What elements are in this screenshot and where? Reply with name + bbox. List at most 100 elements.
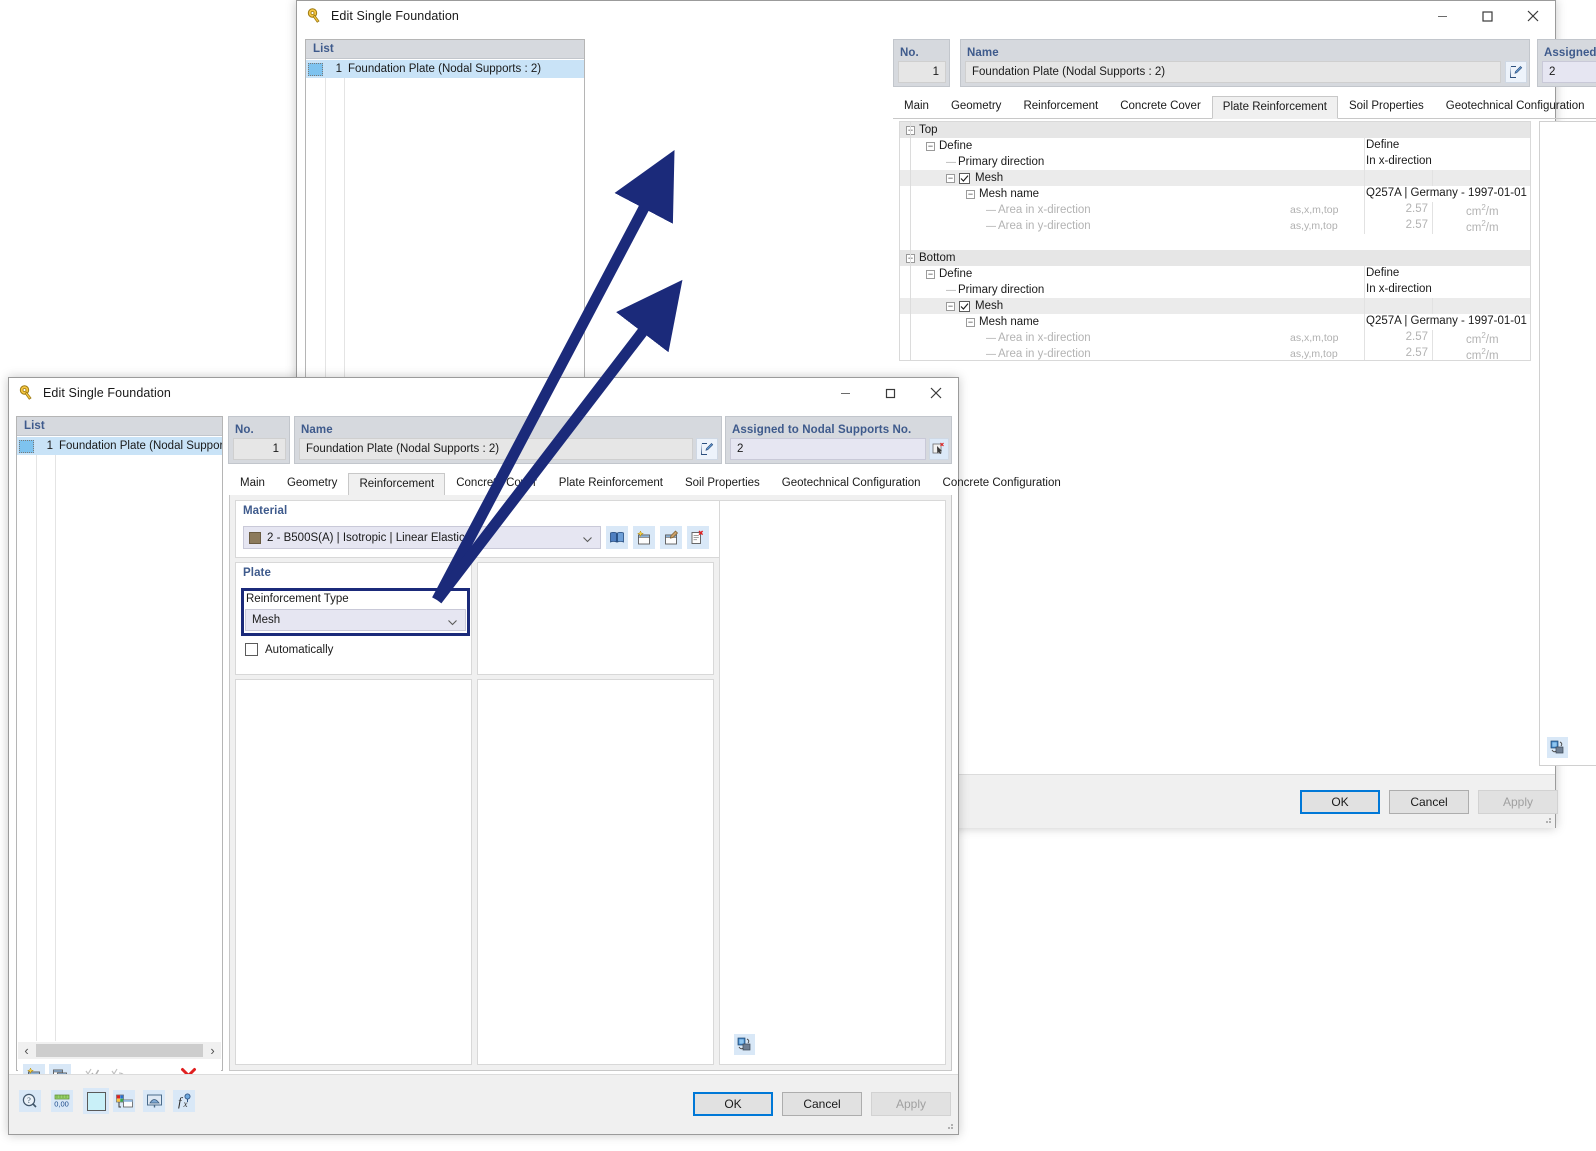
tree-row[interactable]: — Primary direction In x-direction: [900, 154, 1530, 170]
front-preview-pane[interactable]: [719, 500, 946, 1065]
front-automatically-checkbox[interactable]: Automatically: [245, 643, 333, 656]
tree-row[interactable]: — Primary direction In x-direction: [900, 282, 1530, 298]
display-properties-icon[interactable]: [113, 1090, 135, 1112]
back-assigned-value[interactable]: 2: [1542, 61, 1596, 83]
front-cancel-button[interactable]: Cancel: [782, 1092, 862, 1116]
back-render-view-button[interactable]: [1547, 737, 1568, 758]
front-tab-soil-properties[interactable]: Soil Properties: [674, 472, 771, 495]
units-decimal-places-icon[interactable]: 0,00: [51, 1090, 73, 1112]
front-no-value[interactable]: 1: [233, 438, 286, 460]
back-tab-geotechnical-configuration[interactable]: Geotechnical Configuration: [1435, 95, 1596, 118]
back-name-value[interactable]: Foundation Plate (Nodal Supports : 2): [965, 61, 1501, 83]
tree-expander-icon[interactable]: −: [946, 173, 955, 183]
front-ok-button[interactable]: OK: [693, 1092, 773, 1116]
back-tab-geometry[interactable]: Geometry: [940, 95, 1013, 118]
back-preview-pane[interactable]: [1539, 121, 1596, 766]
front-list-scroll-thumb[interactable]: [36, 1044, 203, 1057]
back-cancel-button[interactable]: Cancel: [1389, 790, 1469, 814]
chevron-down-icon[interactable]: [447, 615, 458, 633]
front-material-combobox[interactable]: 2 - B500S(A) | Isotropic | Linear Elasti…: [243, 526, 601, 549]
front-assigned-pick-button[interactable]: [929, 438, 949, 460]
tree-expander-icon[interactable]: −: [926, 269, 935, 279]
front-list-panel[interactable]: List 1 Foundation Plate (Nodal Supports …: [16, 416, 223, 1090]
tree-row[interactable]: — Area in x-direction as,x,m,top 2.57 cm2/m: [900, 330, 1530, 346]
back-tab-concrete-cover[interactable]: Concrete Cover: [1109, 95, 1212, 118]
tree-indent-guide: [910, 122, 911, 360]
new-material-icon[interactable]: [633, 526, 655, 549]
scroll-right-icon[interactable]: ›: [204, 1043, 221, 1058]
tree-row[interactable]: − Define Define: [900, 266, 1530, 282]
tree-expander-icon[interactable]: −: [926, 141, 935, 151]
back-apply-button[interactable]: Apply: [1478, 790, 1558, 814]
front-render-view-button[interactable]: [734, 1034, 755, 1055]
front-window-titlebar[interactable]: Edit Single Foundation: [9, 378, 958, 409]
front-tab-concrete-configuration[interactable]: Concrete Configuration: [932, 472, 1072, 495]
back-tab-main[interactable]: Main: [893, 95, 940, 118]
front-reinforcement-type-combobox[interactable]: Mesh: [245, 609, 466, 631]
back-ok-button-real[interactable]: OK: [1300, 790, 1380, 814]
back-maximize-button[interactable]: [1465, 1, 1510, 32]
help-info-icon[interactable]: ?: [19, 1090, 41, 1112]
tree-column-separator: [1364, 202, 1365, 218]
scroll-left-icon[interactable]: ‹: [18, 1043, 35, 1058]
color-swatch-icon[interactable]: [83, 1088, 109, 1114]
front-tab-reinforcement[interactable]: Reinforcement: [348, 473, 446, 496]
mesh-checkbox[interactable]: [959, 300, 970, 312]
tree-row[interactable]: − Define Define: [900, 138, 1530, 154]
front-minimize-button[interactable]: [823, 378, 868, 409]
tree-row[interactable]: — Area in y-direction as,y,m,top 2.57 cm2/m: [900, 218, 1530, 234]
front-list-hscrollbar[interactable]: ‹ ›: [18, 1042, 221, 1059]
front-name-edit-button[interactable]: [696, 438, 718, 460]
checkbox-box[interactable]: [245, 643, 258, 656]
material-library-icon[interactable]: [606, 526, 628, 549]
back-window-titlebar[interactable]: Edit Single Foundation: [297, 1, 1555, 32]
tree-row[interactable]: − Mesh: [900, 298, 1530, 314]
front-maximize-button[interactable]: [868, 378, 913, 409]
front-apply-button[interactable]: Apply: [871, 1092, 951, 1116]
back-plate-reinforcement-tree[interactable]: −Top−DefineDefine—Primary directionIn x-…: [899, 121, 1531, 361]
tree-row[interactable]: − Mesh name Q257A | Germany - 1997-01-01: [900, 314, 1530, 330]
front-tab-concrete-cover[interactable]: Concrete Cover: [445, 472, 548, 495]
front-plate-group: Plate Reinforcement Type Mesh Automatica…: [235, 562, 472, 675]
front-close-button[interactable]: [913, 378, 958, 409]
tree-expander-icon[interactable]: −: [966, 189, 975, 199]
front-assigned-value[interactable]: 2: [730, 438, 926, 460]
delete-material-icon[interactable]: [687, 526, 709, 549]
chevron-down-icon[interactable]: [582, 532, 593, 550]
tree-expander-icon[interactable]: −: [946, 301, 955, 311]
back-no-group: No. 1: [893, 39, 950, 87]
tree-row[interactable]: — Area in x-direction as,x,m,top 2.57 cm2/m: [900, 202, 1530, 218]
back-name-edit-button[interactable]: [1505, 61, 1527, 83]
back-tab-reinforcement[interactable]: Reinforcement: [1012, 95, 1109, 118]
tree-row[interactable]: — Area in y-direction as,y,m,top 2.57 cm2/m: [900, 346, 1530, 360]
front-list-row-1[interactable]: 1 Foundation Plate (Nodal Supports : 2: [17, 437, 222, 455]
back-resize-grip[interactable]: [1542, 814, 1552, 824]
front-tabstrip[interactable]: Main Geometry Reinforcement Concrete Cov…: [229, 472, 1061, 496]
tree-row[interactable]: −Bottom: [900, 250, 1530, 266]
front-lower-middle-panel: [477, 679, 714, 1065]
back-tab-soil-properties[interactable]: Soil Properties: [1338, 95, 1435, 118]
tree-section-title: Top: [919, 124, 938, 136]
rendering-icon[interactable]: [143, 1090, 165, 1112]
back-no-value[interactable]: 1: [898, 61, 946, 83]
back-list-row-1[interactable]: 1 Foundation Plate (Nodal Supports : 2): [306, 60, 584, 78]
back-minimize-button[interactable]: [1420, 1, 1465, 32]
back-tab-plate-reinforcement[interactable]: Plate Reinforcement: [1211, 96, 1338, 119]
front-tab-geotechnical-configuration[interactable]: Geotechnical Configuration: [771, 472, 932, 495]
front-tab-main[interactable]: Main: [229, 472, 276, 495]
front-tab-geometry[interactable]: Geometry: [276, 472, 349, 495]
back-close-button[interactable]: [1510, 1, 1555, 32]
tree-expander-icon[interactable]: −: [966, 317, 975, 327]
tree-row[interactable]: − Mesh: [900, 170, 1530, 186]
tree-row[interactable]: −Top: [900, 122, 1530, 138]
tree-row-value: 2.57: [1405, 331, 1428, 343]
back-tabstrip[interactable]: Main Geometry Reinforcement Concrete Cov…: [893, 95, 1596, 119]
front-edit-single-foundation-window[interactable]: Edit Single Foundation List 1 Foundation…: [8, 377, 1061, 1135]
front-name-value[interactable]: Foundation Plate (Nodal Supports : 2): [299, 438, 693, 460]
front-tab-plate-reinforcement[interactable]: Plate Reinforcement: [548, 472, 674, 495]
mesh-checkbox[interactable]: [959, 172, 970, 184]
front-resize-grip[interactable]: [944, 1120, 954, 1130]
edit-material-icon[interactable]: [660, 526, 682, 549]
formula-icon[interactable]: f x: [173, 1090, 195, 1112]
tree-row[interactable]: − Mesh name Q257A | Germany - 1997-01-01: [900, 186, 1530, 202]
